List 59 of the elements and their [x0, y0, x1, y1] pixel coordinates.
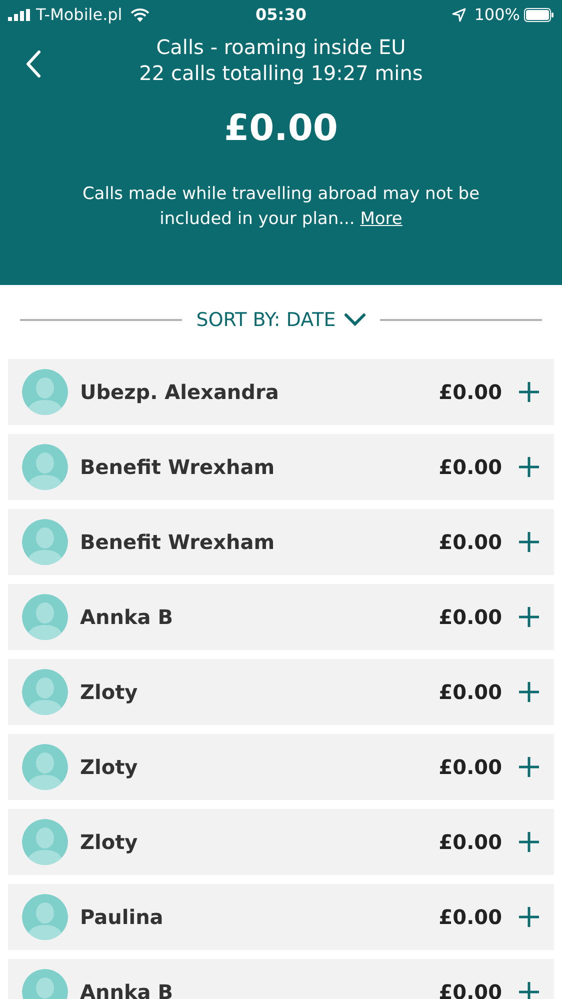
header-subtitle: 22 calls totalling 19:27 mins	[139, 60, 423, 86]
plus-icon[interactable]	[518, 681, 540, 703]
avatar-icon	[22, 594, 68, 640]
call-amount: £0.00	[438, 379, 502, 406]
avatar-icon	[22, 744, 68, 790]
plus-icon[interactable]	[518, 831, 540, 853]
chevron-down-icon	[344, 313, 366, 327]
total-amount: £0.00	[224, 107, 338, 151]
location-arrow-icon	[452, 8, 466, 22]
call-row[interactable]: Zloty £0.00	[8, 734, 554, 800]
wifi-icon	[130, 8, 150, 22]
clock-time: 05:30	[256, 4, 306, 26]
call-row[interactable]: Benefit Wrexham £0.00	[8, 434, 554, 500]
call-row[interactable]: Zloty £0.00	[8, 659, 554, 725]
call-amount: £0.00	[438, 829, 502, 856]
call-amount: £0.00	[438, 454, 502, 481]
back-chevron-icon	[25, 50, 41, 78]
call-amount: £0.00	[438, 754, 502, 781]
plus-icon[interactable]	[518, 456, 540, 478]
contact-name: Annka B	[80, 979, 174, 999]
call-row[interactable]: Annka B £0.00	[8, 584, 554, 650]
more-link[interactable]: More	[360, 209, 402, 229]
carrier-name: T-Mobile.pl	[36, 4, 122, 26]
call-amount: £0.00	[438, 979, 502, 999]
header-title: Calls - roaming inside EU	[156, 34, 406, 60]
contact-name: Benefit Wrexham	[80, 529, 276, 556]
contact-name: Annka B	[80, 604, 174, 631]
avatar-icon	[22, 669, 68, 715]
call-amount: £0.00	[438, 529, 502, 556]
contact-name: Zloty	[80, 829, 139, 856]
call-row[interactable]: Ubezp. Alexandra £0.00	[8, 359, 554, 425]
avatar-icon	[22, 894, 68, 940]
plus-icon[interactable]	[518, 381, 540, 403]
plus-icon[interactable]	[518, 756, 540, 778]
battery-icon	[524, 8, 554, 22]
roaming-note: Calls made while travelling abroad may not be included in your plan... More	[81, 183, 481, 231]
contact-name: Benefit Wrexham	[80, 454, 276, 481]
call-amount: £0.00	[438, 679, 502, 706]
plus-icon[interactable]	[518, 906, 540, 928]
battery-percent: 100%	[474, 4, 520, 26]
call-row[interactable]: Zloty £0.00	[8, 809, 554, 875]
contact-name: Ubezp. Alexandra	[80, 379, 280, 406]
signal-icon	[8, 9, 32, 21]
call-row[interactable]: Annka B £0.00	[8, 959, 554, 999]
call-amount: £0.00	[438, 904, 502, 931]
call-row[interactable]: Paulina £0.00	[8, 884, 554, 950]
sort-dropdown[interactable]: SORT BY: DATE	[196, 306, 366, 334]
avatar-icon	[22, 519, 68, 565]
plus-icon[interactable]	[518, 531, 540, 553]
call-row[interactable]: Benefit Wrexham £0.00	[8, 509, 554, 575]
avatar-icon	[22, 819, 68, 865]
contact-name: Zloty	[80, 679, 139, 706]
plus-icon[interactable]	[518, 981, 540, 999]
contact-name: Paulina	[80, 904, 164, 931]
plus-icon[interactable]	[518, 606, 540, 628]
avatar-icon	[22, 369, 68, 415]
call-amount: £0.00	[438, 604, 502, 631]
avatar-icon	[22, 444, 68, 490]
contact-name: Zloty	[80, 754, 139, 781]
